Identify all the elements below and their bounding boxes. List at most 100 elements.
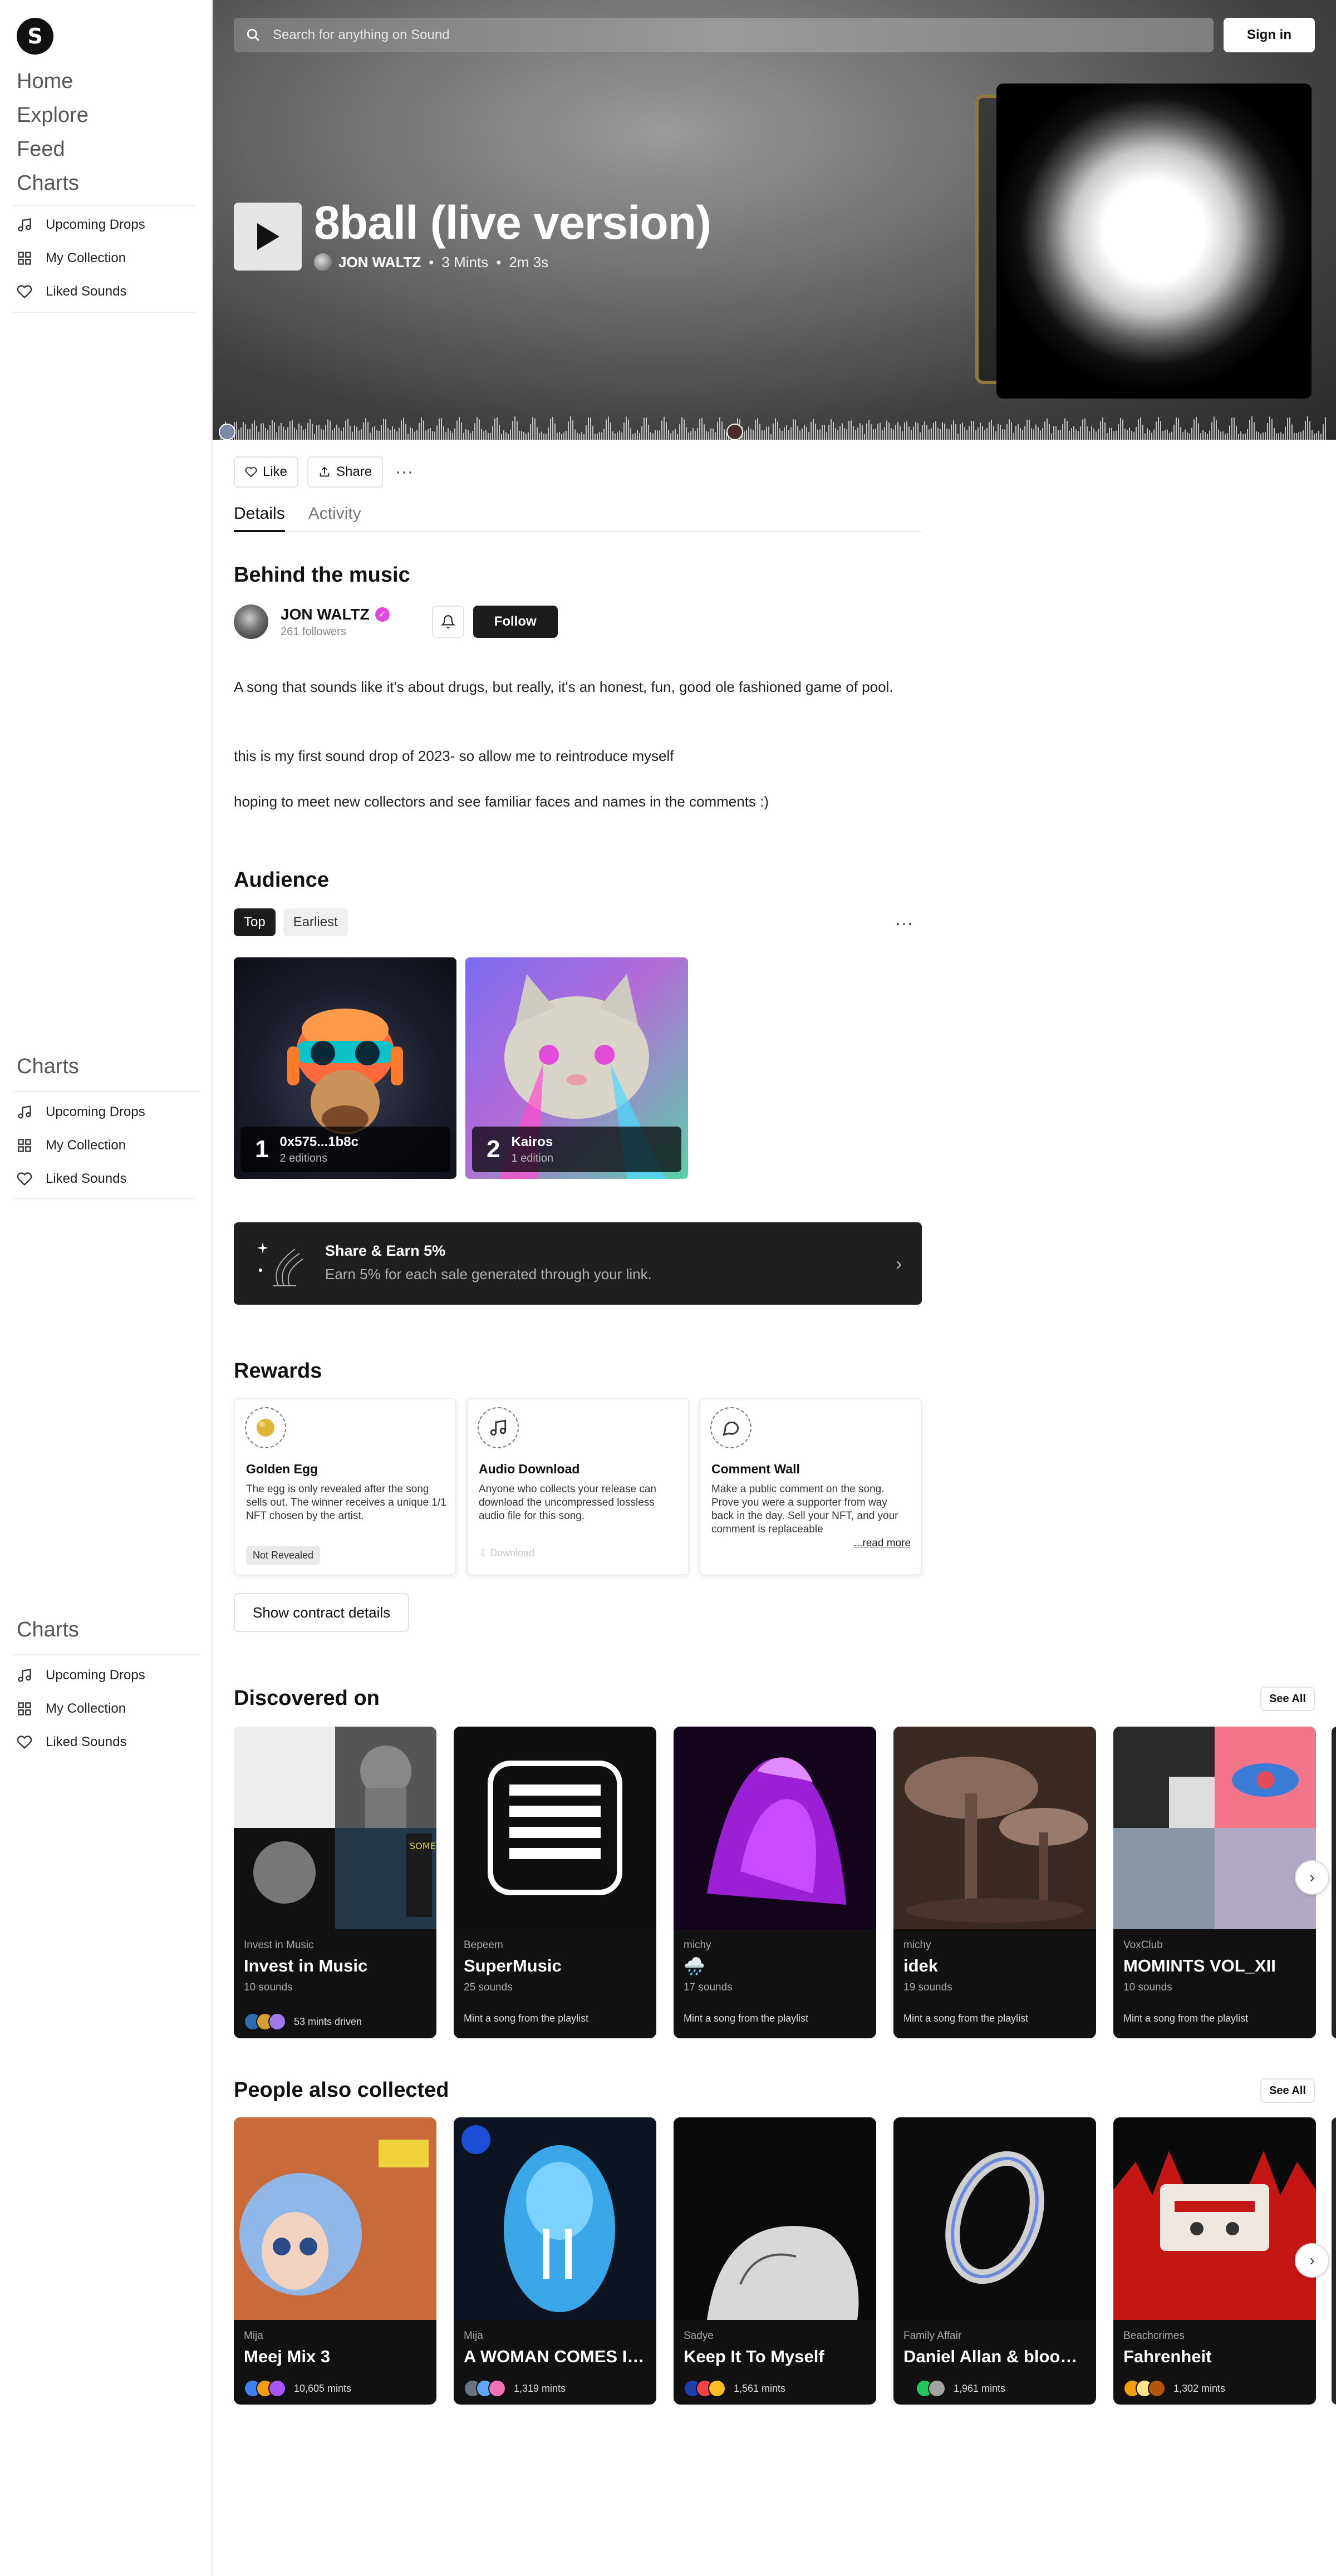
- search-input[interactable]: [273, 27, 1163, 43]
- audience-more-button[interactable]: ···: [895, 913, 913, 933]
- collector-card[interactable]: 2 Kairos 1 edition: [465, 957, 688, 1179]
- waveform-bar: [770, 434, 772, 440]
- nav-charts[interactable]: Charts: [0, 1619, 213, 1648]
- sidebar-item-label: Upcoming Drops: [46, 1668, 145, 1683]
- filter-top[interactable]: Top: [234, 908, 276, 936]
- play-button[interactable]: [234, 203, 302, 271]
- song-card[interactable]: Family Affair Daniel Allan & bloody ... …: [893, 2117, 1096, 2405]
- waveform-bar: [448, 428, 449, 440]
- sidebar-item-liked-sounds[interactable]: Liked Sounds: [17, 275, 206, 308]
- waveform-bar: [318, 424, 320, 440]
- share-earn-banner[interactable]: Share & Earn 5% Earn 5% for each sale ge…: [234, 1222, 922, 1305]
- playlist-card[interactable]: Bepeem SuperMusic 25 sounds Mint a song …: [454, 1727, 656, 2038]
- main-nav: Home Explore Feed Charts: [17, 66, 89, 201]
- sidebar-item-my-collection[interactable]: My Collection: [17, 242, 206, 275]
- song-card[interactable]: Sadye Keep It To Myself 1,561 mints: [674, 2117, 876, 2405]
- reward-title: Golden Egg: [246, 1462, 318, 1476]
- notify-button[interactable]: [431, 606, 464, 638]
- nav-charts[interactable]: Charts: [0, 1055, 213, 1084]
- nav-explore[interactable]: Explore: [17, 100, 89, 134]
- waveform-bar: [721, 421, 723, 440]
- song-title: Daniel Allan & bloody ...: [903, 2347, 1087, 2366]
- waveform-bar: [525, 434, 527, 440]
- more-options-button[interactable]: ···: [395, 463, 414, 481]
- waveform-bar: [1283, 433, 1284, 440]
- playlist-artwork: SOME: [234, 1727, 436, 1929]
- waveform-bar: [755, 420, 756, 440]
- sound-logo[interactable]: S: [17, 18, 53, 55]
- playlist-card[interactable]: SOME Invest in Music Invest in Music 10 …: [234, 1727, 436, 2038]
- tab-details[interactable]: Details: [234, 500, 285, 532]
- song-footer: 1,319 mints: [464, 2380, 566, 2397]
- song-card[interactable]: Mija Meej Mix 3 10,605 mints: [234, 2117, 436, 2405]
- playlist-card[interactable]: michy idek 19 sounds Mint a song from th…: [893, 1727, 1096, 2038]
- waveform-scrubber[interactable]: [213, 400, 1336, 440]
- sidebar-divider: [12, 312, 196, 313]
- nav-charts[interactable]: Charts: [17, 168, 89, 201]
- show-contract-details-button[interactable]: Show contract details: [234, 1593, 410, 1632]
- comment-avatar-marker[interactable]: [726, 424, 743, 440]
- sidebar-item-upcoming-drops[interactable]: Upcoming Drops: [17, 1095, 206, 1129]
- read-more-link[interactable]: ...read more: [854, 1537, 911, 1550]
- song-card[interactable]: Mija A WOMAN COMES INT... 1,319 mints: [454, 2117, 656, 2405]
- share-button[interactable]: Share: [307, 456, 384, 488]
- waveform-bar: [236, 421, 237, 440]
- waveform-bar: [347, 419, 348, 440]
- waveform-bar: [811, 421, 812, 440]
- artist-avatar[interactable]: [234, 604, 268, 639]
- tab-activity[interactable]: Activity: [308, 500, 361, 532]
- playlist-card[interactable]: michy 🌧️ 17 sounds Mint a song from the …: [674, 1727, 876, 2038]
- waveform-bar: [1082, 419, 1083, 440]
- song-title: Meej Mix 3: [244, 2347, 331, 2366]
- reward-card-comment-wall[interactable]: Comment Wall Make a public comment on th…: [699, 1398, 922, 1575]
- waveform-bar: [701, 417, 703, 440]
- sign-in-button[interactable]: Sign in: [1224, 18, 1315, 52]
- nav-home[interactable]: Home: [17, 66, 89, 100]
- see-all-button[interactable]: See All: [1260, 2078, 1315, 2103]
- share-earn-title: Share & Earn 5%: [325, 1242, 446, 1259]
- artist-name[interactable]: JON WALTZ: [281, 606, 370, 623]
- waveform-bar: [1165, 429, 1166, 440]
- song-card[interactable]: Beachcrimes Fahrenheit 1,302 mints: [1113, 2117, 1316, 2405]
- sidebar-item-label: My Collection: [46, 250, 126, 266]
- waveform-bar: [1287, 418, 1288, 440]
- sidebar-item-liked-sounds[interactable]: Liked Sounds: [17, 1162, 206, 1196]
- reward-card-audio-download[interactable]: Audio Download Anyone who collects your …: [466, 1398, 689, 1575]
- artist-avatar[interactable]: [314, 253, 332, 271]
- waveform-bar: [817, 429, 818, 440]
- sidebar-item-liked-sounds[interactable]: Liked Sounds: [17, 1725, 206, 1759]
- waveform-bar: [249, 429, 250, 440]
- waveform-bar: [443, 426, 444, 440]
- waveform-bar: [1073, 426, 1074, 440]
- waveform-bar: [906, 421, 907, 440]
- sidebar-item-upcoming-drops[interactable]: Upcoming Drops: [17, 1659, 206, 1692]
- sidebar-item-label: My Collection: [46, 1701, 126, 1716]
- carousel-next-button[interactable]: ›: [1295, 1860, 1329, 1895]
- nav-feed[interactable]: Feed: [17, 134, 89, 168]
- waveform-bar: [1263, 432, 1264, 440]
- waveform-bar: [479, 419, 480, 440]
- sidebar-item-my-collection[interactable]: My Collection: [17, 1692, 206, 1725]
- see-all-button[interactable]: See All: [1260, 1687, 1315, 1711]
- waveform-bar: [802, 428, 803, 440]
- sidebar-item-my-collection[interactable]: My Collection: [17, 1129, 206, 1162]
- carousel-next-button[interactable]: ›: [1295, 2243, 1329, 2278]
- waveform-bar: [390, 430, 391, 440]
- collector-avatars: [1123, 2380, 1166, 2397]
- waveform-bar: [465, 429, 466, 440]
- playlist-card[interactable]: VoxClub MOMINTS VOL_XII 10 sounds Mint a…: [1113, 1727, 1316, 2038]
- waveform-bar: [606, 419, 607, 440]
- waveform-bar: [552, 416, 553, 440]
- download-button[interactable]: ⇩ Download: [479, 1547, 534, 1559]
- follow-button[interactable]: Follow: [473, 606, 558, 638]
- waveform-bar: [434, 431, 435, 440]
- filter-earliest[interactable]: Earliest: [283, 908, 348, 936]
- comment-avatar-marker[interactable]: [219, 424, 235, 440]
- collector-card[interactable]: 1 0x575...1b8c 2 editions: [234, 957, 456, 1179]
- sidebar-item-upcoming-drops[interactable]: Upcoming Drops: [17, 208, 206, 242]
- reward-description: Anyone who collects your release can dow…: [479, 1483, 656, 1522]
- reward-card-golden-egg[interactable]: Golden Egg The egg is only revealed afte…: [234, 1398, 456, 1575]
- artist-link[interactable]: JON WALTZ: [338, 254, 421, 271]
- like-button[interactable]: Like: [234, 456, 299, 488]
- search-bar[interactable]: [234, 18, 1214, 52]
